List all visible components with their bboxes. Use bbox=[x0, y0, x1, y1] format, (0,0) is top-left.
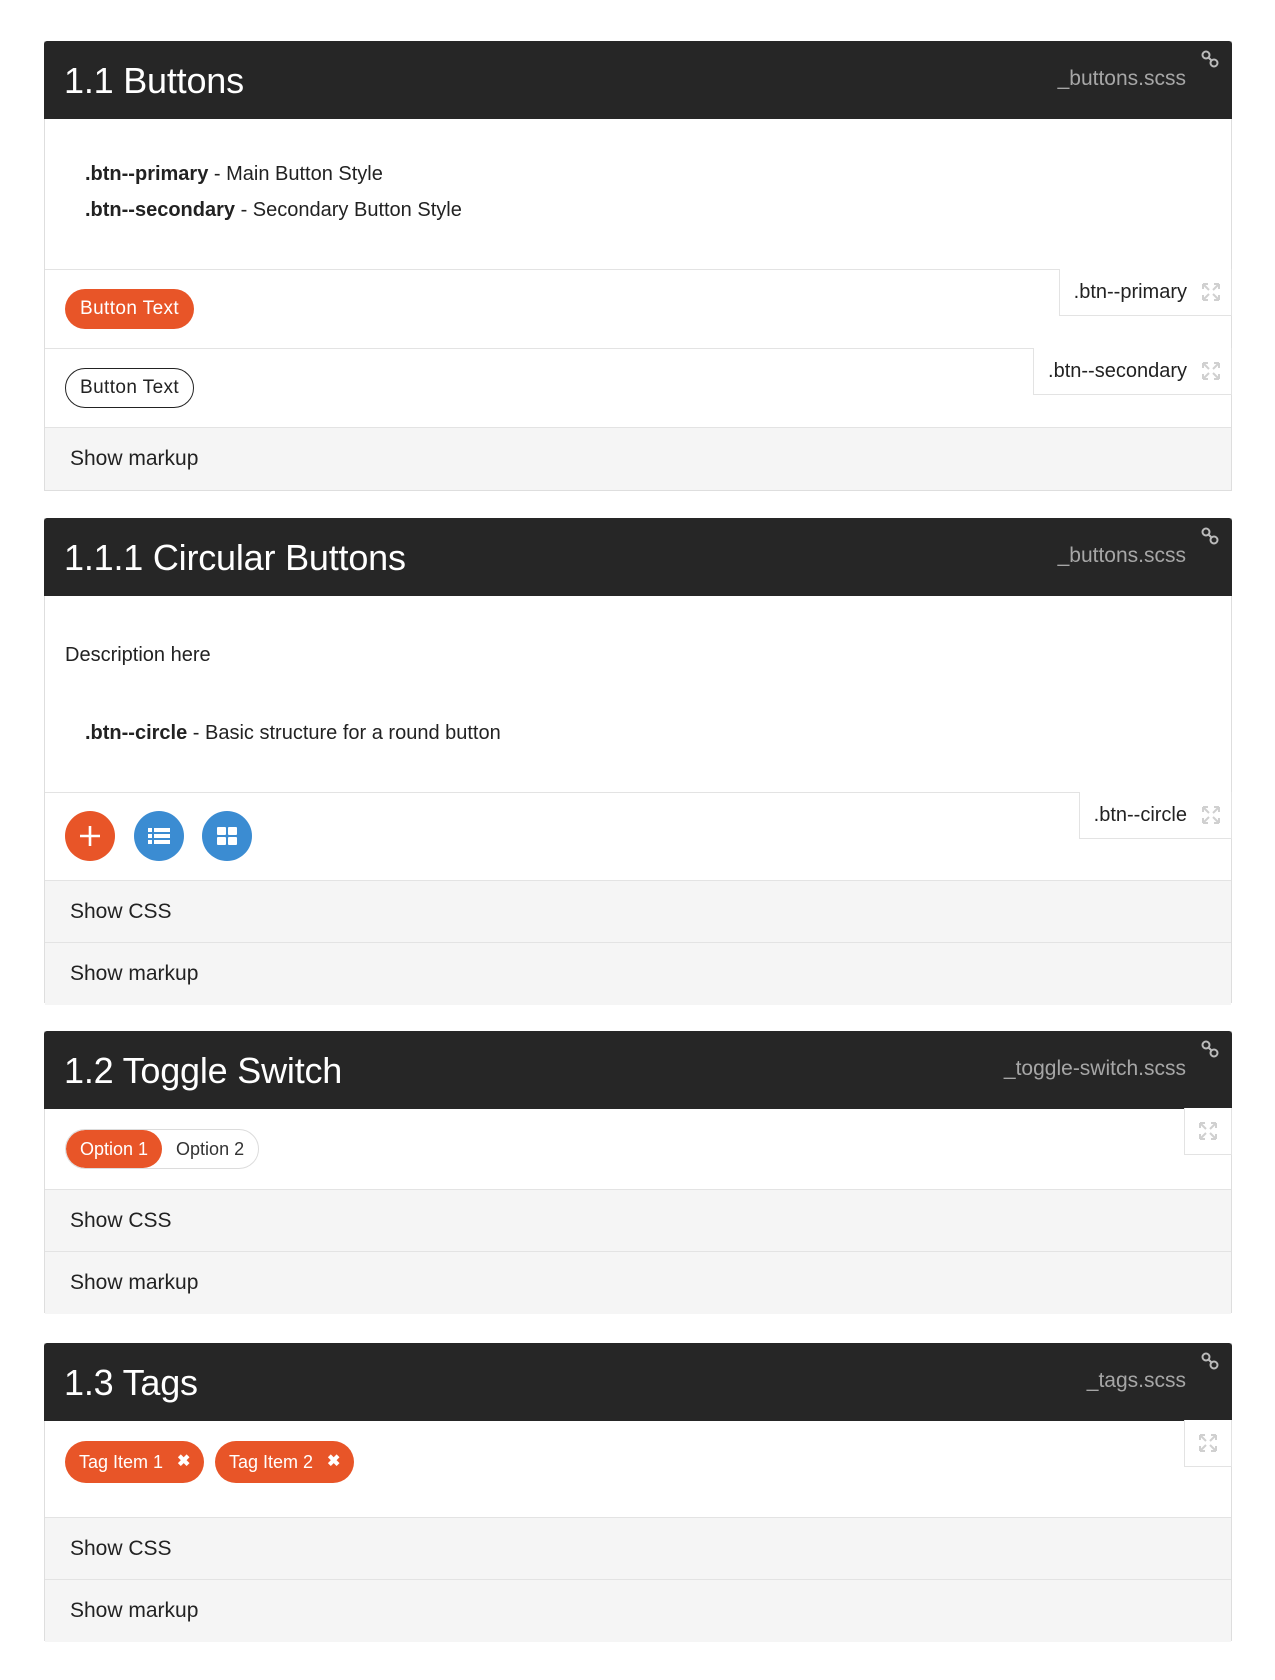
section-title: 1.1.1 Circular Buttons bbox=[64, 537, 406, 578]
section-title: 1.2 Toggle Switch bbox=[64, 1050, 343, 1091]
fullscreen-icon[interactable] bbox=[1201, 805, 1221, 825]
list-circle-button[interactable] bbox=[134, 811, 184, 861]
fullscreen-icon[interactable] bbox=[1201, 361, 1221, 381]
show-css-label: Show CSS bbox=[70, 1537, 172, 1560]
add-circle-button[interactable] bbox=[65, 811, 115, 861]
section-filename: _buttons.scss bbox=[1057, 544, 1186, 567]
list-icon bbox=[148, 828, 170, 844]
show-css-label: Show CSS bbox=[70, 1209, 172, 1232]
modifier-tab: .btn--secondary bbox=[1033, 348, 1232, 395]
primary-button[interactable]: Button Text bbox=[65, 289, 195, 329]
remove-tag-icon[interactable]: ✖ bbox=[177, 1441, 190, 1483]
tag-label: Tag Item 1 bbox=[79, 1452, 164, 1472]
grid-icon bbox=[217, 827, 237, 845]
section-title: 1.3 Tags bbox=[64, 1362, 198, 1403]
section-filename: _buttons.scss bbox=[1057, 67, 1186, 90]
link-icon[interactable] bbox=[1200, 49, 1220, 69]
toggle-switch: Option 1 Option 2 bbox=[65, 1129, 260, 1169]
remove-tag-icon[interactable]: ✖ bbox=[327, 1441, 340, 1483]
modifier-name: .btn--primary bbox=[85, 163, 209, 185]
show-markup-toggle[interactable]: Show markup bbox=[45, 428, 1231, 490]
plus-icon bbox=[80, 826, 100, 846]
example-secondary: .btn--secondary Button Text bbox=[45, 348, 1232, 428]
section-header: 1.1.1 Circular Buttons _buttons.scss bbox=[44, 518, 1232, 596]
section-filename: _tags.scss bbox=[1086, 1369, 1186, 1392]
show-css-toggle[interactable]: Show CSS bbox=[45, 1190, 1231, 1252]
show-css-toggle[interactable]: Show CSS bbox=[45, 1518, 1231, 1580]
link-icon[interactable] bbox=[1200, 526, 1220, 546]
example-toggle: Option 1 Option 2 bbox=[45, 1108, 1232, 1190]
fullscreen-icon[interactable] bbox=[1201, 282, 1221, 302]
tag-label: Tag Item 2 bbox=[229, 1452, 314, 1472]
example-tags: Tag Item 1 ✖ Tag Item 2 ✖ bbox=[45, 1420, 1232, 1518]
section-description: Description here .btn--circle - Basic st… bbox=[45, 596, 1231, 793]
modifier-tab bbox=[1184, 1420, 1232, 1467]
section-header: 1.2 Toggle Switch _toggle-switch.scss bbox=[44, 1031, 1232, 1109]
modifier-tab-label: .btn--circle bbox=[1093, 803, 1187, 826]
modifier-tab-label: .btn--secondary bbox=[1048, 359, 1187, 382]
modifier-tab: .btn--primary bbox=[1058, 269, 1232, 316]
modifier-tab-label: .btn--primary bbox=[1073, 280, 1187, 303]
show-css-label: Show CSS bbox=[70, 900, 172, 923]
show-markup-label: Show markup bbox=[70, 1599, 199, 1622]
toggle-option-1[interactable]: Option 1 bbox=[66, 1130, 163, 1168]
modifier-name: .btn--secondary bbox=[85, 199, 236, 221]
toggle-option-2[interactable]: Option 2 bbox=[162, 1130, 258, 1168]
show-markup-toggle[interactable]: Show markup bbox=[45, 1252, 1231, 1314]
description-text: Description here bbox=[65, 644, 211, 666]
example-circle: .btn--circle bbox=[45, 792, 1232, 881]
show-markup-label: Show markup bbox=[70, 1271, 199, 1294]
modifier-line: .btn--primary - Main Button Style bbox=[85, 163, 383, 186]
modifier-desc: - Basic structure for a round button bbox=[187, 722, 501, 744]
show-markup-label: Show markup bbox=[70, 447, 199, 470]
modifier-line: .btn--circle - Basic structure for a rou… bbox=[85, 722, 501, 745]
show-markup-toggle[interactable]: Show markup bbox=[45, 943, 1231, 1005]
tag-item: Tag Item 1 ✖ bbox=[65, 1441, 205, 1483]
section-header: 1.3 Tags _tags.scss bbox=[44, 1343, 1232, 1421]
show-markup-toggle[interactable]: Show markup bbox=[45, 1580, 1231, 1642]
show-css-toggle[interactable]: Show CSS bbox=[45, 881, 1231, 943]
section-title: 1.1 Buttons bbox=[64, 60, 244, 101]
modifier-desc: - Secondary Button Style bbox=[235, 199, 462, 221]
grid-circle-button[interactable] bbox=[202, 811, 252, 861]
secondary-button[interactable]: Button Text bbox=[65, 368, 195, 408]
tag-item: Tag Item 2 ✖ bbox=[215, 1441, 355, 1483]
section-circular-buttons: 1.1.1 Circular Buttons _buttons.scss Des… bbox=[44, 518, 1232, 1005]
section-buttons: 1.1 Buttons _buttons.scss .btn--primary … bbox=[44, 41, 1232, 491]
section-tags: 1.3 Tags _tags.scss Tag Item 1 ✖ Tag Ite… bbox=[44, 1343, 1232, 1642]
link-icon[interactable] bbox=[1200, 1039, 1220, 1059]
modifier-desc: - Main Button Style bbox=[208, 163, 383, 185]
modifier-line: .btn--secondary - Secondary Button Style bbox=[85, 199, 462, 222]
fullscreen-icon[interactable] bbox=[1198, 1433, 1218, 1453]
section-toggle-switch: 1.2 Toggle Switch _toggle-switch.scss Op… bbox=[44, 1031, 1232, 1314]
modifier-tab bbox=[1184, 1108, 1232, 1155]
show-markup-label: Show markup bbox=[70, 962, 199, 985]
section-header: 1.1 Buttons _buttons.scss bbox=[44, 41, 1232, 119]
modifier-name: .btn--circle bbox=[85, 722, 188, 744]
example-primary: .btn--primary Button Text bbox=[45, 269, 1232, 349]
modifier-tab: .btn--circle bbox=[1078, 792, 1232, 839]
fullscreen-icon[interactable] bbox=[1198, 1121, 1218, 1141]
section-description: .btn--primary - Main Button Style .btn--… bbox=[45, 119, 1231, 270]
link-icon[interactable] bbox=[1200, 1351, 1220, 1371]
section-filename: _toggle-switch.scss bbox=[1003, 1057, 1186, 1080]
